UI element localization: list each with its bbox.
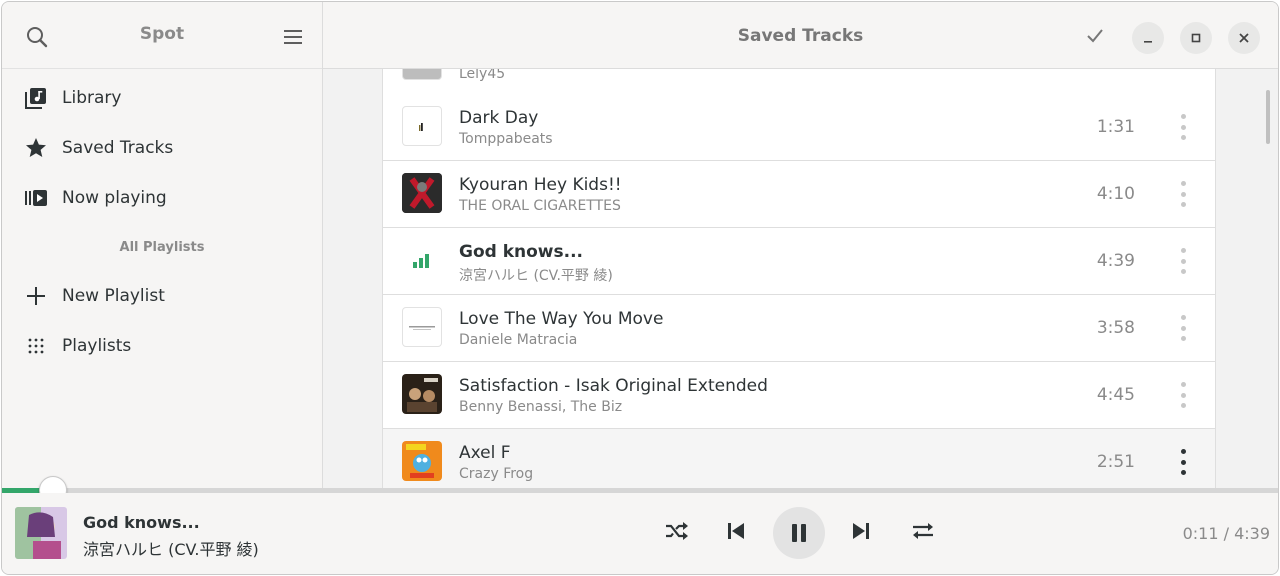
track-duration: 2:51 (1096, 452, 1135, 472)
shuffle-icon (666, 522, 688, 540)
close-icon (1239, 33, 1249, 43)
album-art (402, 374, 442, 414)
sidebar-item-playlists[interactable]: Playlists (2, 324, 322, 368)
library-icon (24, 86, 48, 110)
track-row[interactable]: Dark Day Tomppabeats 1:31 (382, 94, 1216, 161)
playing-indicator-icon (402, 240, 442, 280)
sidebar-header: Spot (2, 2, 322, 69)
track-duration: 1:31 (1096, 117, 1135, 137)
scrollbar[interactable] (1266, 90, 1270, 144)
more-options-icon[interactable] (1171, 248, 1195, 274)
sidebar-item-label: New Playlist (62, 286, 165, 306)
header-bar: Saved Tracks (323, 2, 1278, 69)
more-options-icon[interactable] (1171, 181, 1195, 207)
playback-time: 0:11 / 4:39 (1182, 524, 1270, 543)
skip-next-icon (853, 523, 869, 539)
track-artist: 涼宮ハルヒ (CV.平野 綾) (459, 268, 613, 284)
track-artist: THE ORAL CIGARETTES (459, 198, 621, 214)
album-art (402, 173, 442, 213)
track-artist: Benny Benassi, The Biz (459, 399, 623, 415)
album-art (402, 441, 442, 481)
sidebar-item-now-playing[interactable]: Now playing (2, 176, 322, 220)
track-title: Dark Day (459, 108, 539, 128)
now-playing-title: God knows... (83, 513, 200, 532)
now-playing-icon (24, 186, 48, 210)
hamburger-menu-icon[interactable] (276, 20, 310, 54)
checkmark-icon[interactable] (1085, 26, 1109, 50)
repeat-button[interactable] (905, 513, 941, 549)
sidebar-item-new-playlist[interactable]: New Playlist (2, 274, 322, 318)
album-art (402, 307, 442, 347)
plus-icon (24, 284, 48, 308)
pause-icon (792, 524, 806, 542)
track-artist: Daniele Matracia (459, 332, 578, 348)
more-options-icon[interactable] (1171, 315, 1195, 341)
app-title: Spot (139, 24, 185, 44)
track-duration: 4:45 (1096, 385, 1135, 405)
album-art (402, 106, 442, 146)
track-title: Satisfaction - Isak Original Extended (459, 376, 768, 396)
previous-button[interactable] (718, 513, 754, 549)
sidebar-item-label: Now playing (62, 188, 167, 208)
minimize-button[interactable] (1132, 22, 1164, 54)
track-title: Axel F (459, 443, 511, 463)
sidebar-item-saved-tracks[interactable]: Saved Tracks (2, 126, 322, 170)
track-row[interactable]: Axel F Crazy Frog 2:51 (382, 429, 1216, 489)
section-label-playlists: All Playlists (119, 240, 205, 255)
track-row[interactable]: God knows... 涼宮ハルヒ (CV.平野 綾) 4:39 (382, 228, 1216, 295)
app-window: Spot Library Saved Tracks Now playing Al… (1, 1, 1279, 575)
track-title: Kyouran Hey Kids!! (459, 175, 622, 195)
grid-icon (24, 334, 48, 358)
minimize-icon (1144, 41, 1152, 43)
track-row[interactable]: Kyouran Hey Kids!! THE ORAL CIGARETTES 4… (382, 161, 1216, 228)
more-options-icon[interactable] (1171, 114, 1195, 140)
next-button[interactable] (843, 513, 879, 549)
sidebar-item-label: Saved Tracks (62, 138, 174, 158)
skip-previous-icon (728, 523, 744, 539)
sidebar: Spot Library Saved Tracks Now playing Al… (2, 2, 323, 489)
track-title: God knows... (459, 242, 584, 262)
shuffle-button[interactable] (658, 513, 694, 549)
sidebar-item-label: Library (62, 88, 122, 108)
track-title: Love The Way You Move (459, 309, 664, 329)
more-options-icon[interactable] (1171, 382, 1195, 408)
close-button[interactable] (1228, 22, 1260, 54)
track-list: Lely45 Dark Day Tomppabeats 1:31 Kyouran… (382, 28, 1216, 489)
maximize-icon (1191, 33, 1201, 43)
track-artist: Crazy Frog (459, 466, 534, 482)
track-duration: 4:39 (1096, 251, 1135, 271)
sidebar-item-library[interactable]: Library (2, 76, 322, 120)
sidebar-item-label: Playlists (62, 336, 132, 356)
player-bar: God knows... 涼宮ハルヒ (CV.平野 綾) 0:11 / 4:39 (2, 493, 1278, 574)
pause-button[interactable] (773, 507, 825, 559)
track-artist: Tomppabeats (459, 131, 553, 147)
star-icon (24, 136, 48, 160)
more-options-icon[interactable] (1171, 449, 1195, 475)
repeat-icon (913, 523, 933, 539)
maximize-button[interactable] (1180, 22, 1212, 54)
track-duration: 4:10 (1096, 184, 1135, 204)
track-duration: 3:58 (1096, 318, 1135, 338)
track-row[interactable]: Satisfaction - Isak Original Extended Be… (382, 362, 1216, 429)
now-playing-artist: 涼宮ハルヒ (CV.平野 綾) (83, 540, 259, 559)
now-playing-album-art[interactable] (15, 507, 67, 559)
main-content: Saved Tracks Lely45 Dark Day Tomppabeats… (323, 2, 1278, 489)
track-row[interactable]: Love The Way You Move Daniele Matracia 3… (382, 295, 1216, 362)
